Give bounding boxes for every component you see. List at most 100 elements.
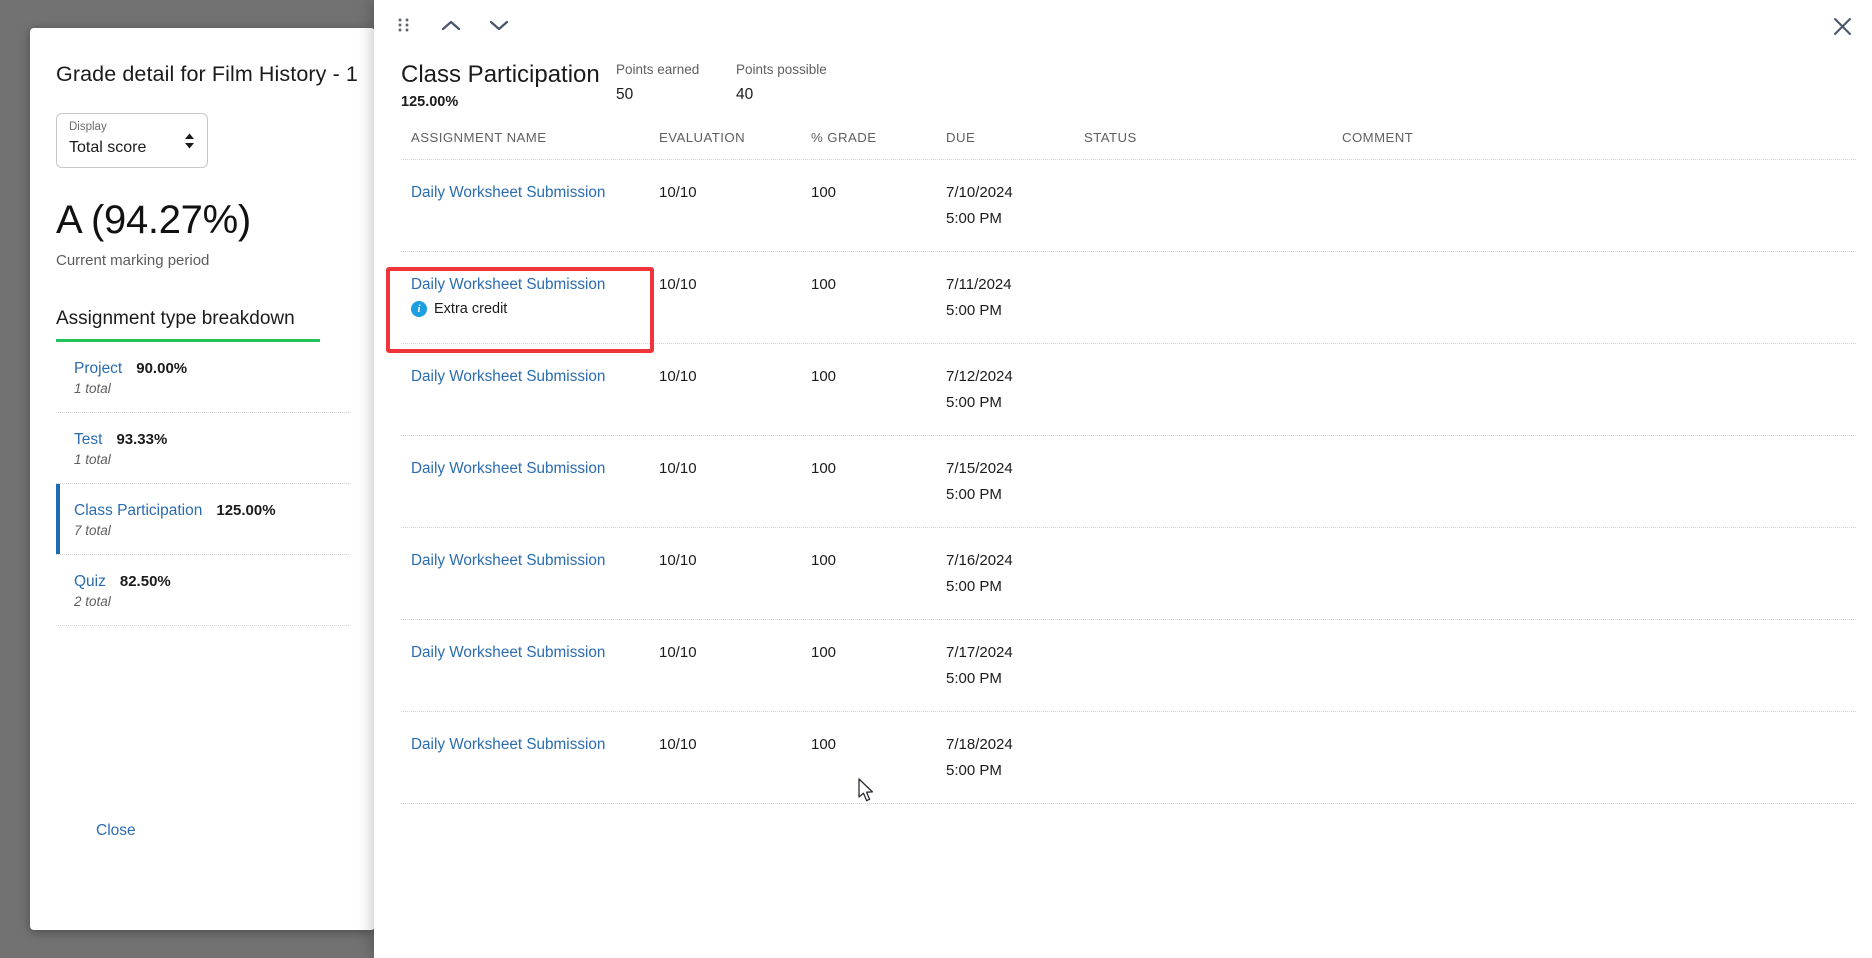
- due-time: 5:00 PM: [946, 762, 1002, 779]
- cell-evaluation: 10/10: [659, 368, 811, 386]
- due-time: 5:00 PM: [946, 394, 1002, 411]
- assignment-type-count: 2 total: [74, 594, 111, 609]
- table-row[interactable]: Daily Worksheet Submission 10/10 100 7/1…: [401, 527, 1856, 619]
- column-header-percent-grade: % GRADE: [811, 130, 877, 145]
- due-date: 7/16/2024: [946, 552, 1013, 569]
- cell-percent-grade: 100: [811, 644, 946, 662]
- breakdown-heading: Assignment type breakdown: [56, 308, 295, 329]
- cell-evaluation: 10/10: [659, 276, 811, 294]
- close-icon[interactable]: [1826, 10, 1858, 42]
- assignments-table: ASSIGNMENT NAME EVALUATION % GRADE DUE S…: [401, 122, 1856, 804]
- assignment-type-name[interactable]: Project: [74, 360, 122, 378]
- chevron-up-icon[interactable]: [436, 10, 466, 40]
- points-earned-value: 50: [616, 86, 634, 103]
- table-row[interactable]: Daily Worksheet Submission 10/10 100 7/1…: [401, 619, 1856, 711]
- screen: Grade detail for Film History - 1 Displa…: [0, 0, 1872, 958]
- cell-percent-grade: 100: [811, 736, 946, 754]
- assignment-type-summary: Class Participation 125.00% Points earne…: [401, 62, 827, 110]
- column-header-comment: COMMENT: [1342, 130, 1414, 145]
- due-date: 7/17/2024: [946, 644, 1013, 661]
- extra-credit-label: Extra credit: [434, 301, 508, 317]
- assignment-type-percent: 90.00%: [136, 360, 188, 377]
- table-row[interactable]: Daily Worksheet Submission 10/10 100 7/1…: [401, 711, 1856, 804]
- evaluation-value: 10/10: [659, 460, 697, 477]
- table-row[interactable]: Daily Worksheet Submission 10/10 100 7/1…: [401, 159, 1856, 251]
- cell-due: 7/11/2024 5:00 PM: [946, 276, 1084, 319]
- grade-detail-card: Grade detail for Film History - 1 Displa…: [30, 28, 375, 930]
- assignment-link[interactable]: Daily Worksheet Submission: [411, 276, 605, 294]
- points-possible-label: Points possible: [736, 62, 827, 77]
- display-select-value: Total score: [69, 139, 147, 156]
- assignment-link[interactable]: Daily Worksheet Submission: [411, 644, 605, 662]
- drag-handle-icon[interactable]: [388, 10, 418, 40]
- grade-value: 100: [811, 552, 837, 569]
- stepper-arrows-icon[interactable]: [185, 133, 194, 148]
- points-possible: Points possible 40: [736, 62, 827, 104]
- column-header-due: DUE: [946, 130, 976, 145]
- assignment-type-name[interactable]: Test: [74, 431, 102, 449]
- assignment-type-item-class-participation[interactable]: Class Participation 125.00% 7 total: [56, 484, 349, 555]
- extra-credit-badge: i Extra credit: [411, 301, 659, 317]
- display-select-label: Display: [69, 121, 107, 133]
- column-header-status: STATUS: [1084, 130, 1137, 145]
- display-select[interactable]: Display Total score: [56, 113, 208, 168]
- assignment-type-item-project[interactable]: Project 90.00% 1 total: [56, 342, 349, 413]
- cell-assignment-name: Daily Worksheet Submission: [401, 644, 659, 662]
- assignment-type-item-quiz[interactable]: Quiz 82.50% 2 total: [56, 555, 349, 626]
- cell-assignment-name: Daily Worksheet Submission: [401, 460, 659, 478]
- assignment-type-item-test[interactable]: Test 93.33% 1 total: [56, 413, 349, 484]
- cell-evaluation: 10/10: [659, 184, 811, 202]
- chevron-down-icon[interactable]: [484, 10, 514, 40]
- column-header-evaluation: EVALUATION: [659, 130, 746, 145]
- cell-assignment-name: Daily Worksheet Submission: [401, 184, 659, 202]
- panel-toolbar: [388, 10, 514, 40]
- evaluation-value: 10/10: [659, 644, 697, 661]
- cell-evaluation: 10/10: [659, 460, 811, 478]
- cell-assignment-name: Daily Worksheet Submission: [401, 368, 659, 386]
- points-earned-label: Points earned: [616, 62, 700, 77]
- table-row[interactable]: Daily Worksheet Submission 10/10 100 7/1…: [401, 435, 1856, 527]
- cell-percent-grade: 100: [811, 184, 946, 202]
- grade-value: 100: [811, 736, 837, 753]
- assignment-type-percent: 125.00%: [216, 502, 276, 519]
- assignment-type-count: 7 total: [74, 523, 111, 538]
- close-button[interactable]: Close: [96, 822, 136, 840]
- due-date: 7/11/2024: [946, 276, 1012, 293]
- assignment-link[interactable]: Daily Worksheet Submission: [411, 460, 605, 478]
- grade-value: 100: [811, 368, 837, 385]
- table-body: Daily Worksheet Submission 10/10 100 7/1…: [401, 159, 1856, 804]
- evaluation-value: 10/10: [659, 736, 697, 753]
- cell-evaluation: 10/10: [659, 552, 811, 570]
- cell-assignment-name: Daily Worksheet Submission: [401, 736, 659, 754]
- due-date: 7/15/2024: [946, 460, 1013, 477]
- evaluation-value: 10/10: [659, 368, 697, 385]
- table-row[interactable]: Daily Worksheet Submission 10/10 100 7/1…: [401, 343, 1856, 435]
- evaluation-value: 10/10: [659, 184, 697, 201]
- grade-value: 100: [811, 460, 837, 477]
- grade-value: 100: [811, 184, 837, 201]
- due-time: 5:00 PM: [946, 578, 1002, 595]
- assignment-link[interactable]: Daily Worksheet Submission: [411, 184, 605, 202]
- assignment-type-name[interactable]: Quiz: [74, 573, 106, 591]
- assignment-link[interactable]: Daily Worksheet Submission: [411, 736, 605, 754]
- cell-due: 7/10/2024 5:00 PM: [946, 184, 1084, 227]
- cell-due: 7/12/2024 5:00 PM: [946, 368, 1084, 411]
- assignment-type-count: 1 total: [74, 381, 111, 396]
- due-date: 7/18/2024: [946, 736, 1013, 753]
- cell-due: 7/16/2024 5:00 PM: [946, 552, 1084, 595]
- assignment-type-percent: 93.33%: [116, 431, 168, 448]
- cell-due: 7/18/2024 5:00 PM: [946, 736, 1084, 779]
- assignment-type-percent: 82.50%: [119, 573, 171, 590]
- assignment-detail-panel: Class Participation 125.00% Points earne…: [374, 0, 1872, 958]
- due-time: 5:00 PM: [946, 670, 1002, 687]
- info-icon[interactable]: i: [411, 301, 427, 317]
- cell-due: 7/15/2024 5:00 PM: [946, 460, 1084, 503]
- page-title: Grade detail for Film History - 1: [56, 62, 358, 86]
- assignment-link[interactable]: Daily Worksheet Submission: [411, 368, 605, 386]
- assignment-link[interactable]: Daily Worksheet Submission: [411, 552, 605, 570]
- due-time: 5:00 PM: [946, 210, 1002, 227]
- cell-evaluation: 10/10: [659, 644, 811, 662]
- points-possible-value: 40: [736, 86, 754, 103]
- assignment-type-name[interactable]: Class Participation: [74, 502, 202, 520]
- table-row[interactable]: Daily Worksheet Submission i Extra credi…: [401, 251, 1856, 343]
